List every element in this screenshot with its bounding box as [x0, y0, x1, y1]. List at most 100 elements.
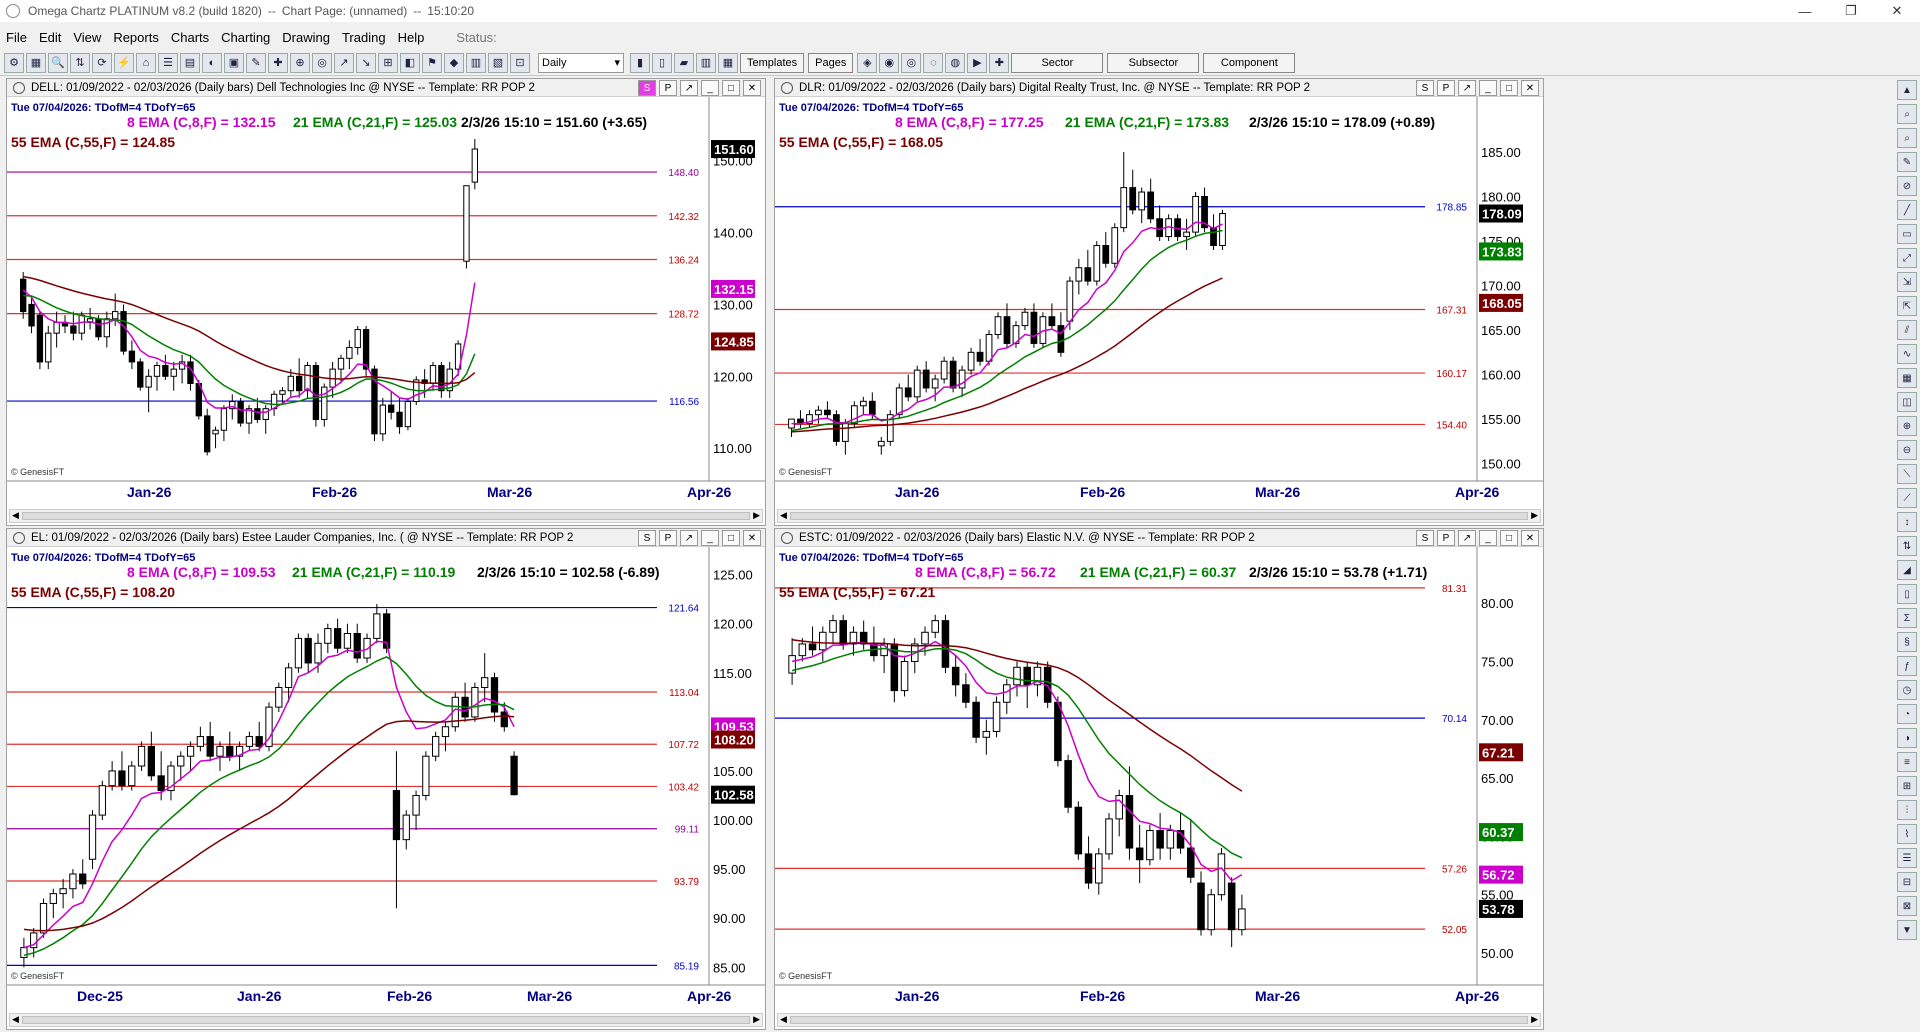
scroll-right-arrow[interactable]: ▶	[1531, 510, 1538, 521]
candle[interactable]	[808, 626, 817, 656]
candle[interactable]	[270, 390, 278, 416]
candle[interactable]	[204, 408, 211, 456]
candle[interactable]	[36, 311, 44, 370]
minimize-chart-button[interactable]: _	[1479, 530, 1497, 546]
menu-view[interactable]: View	[73, 30, 101, 45]
toolbar-tool-icon[interactable]: ⚡	[114, 52, 134, 73]
horizontal-scrollbar[interactable]: ◀ ▶	[777, 509, 1541, 523]
candle[interactable]	[788, 418, 795, 437]
menu-drawing[interactable]: Drawing	[282, 30, 330, 45]
candle[interactable]	[972, 696, 980, 744]
candle[interactable]	[128, 761, 136, 791]
candle[interactable]	[982, 719, 991, 755]
candle[interactable]	[79, 859, 87, 889]
menu-trading[interactable]: Trading	[342, 30, 386, 45]
candle[interactable]	[379, 397, 386, 442]
toolbar-tool-icon[interactable]: ⚑	[422, 52, 442, 73]
toolbar-tool-icon[interactable]: ✎	[246, 52, 266, 73]
drawing-tool-icon[interactable]: ƒ	[1897, 656, 1917, 676]
candle[interactable]	[86, 307, 94, 330]
candle[interactable]	[145, 369, 152, 413]
drawing-tool-icon[interactable]: ⇲	[1897, 272, 1917, 292]
drawing-tool-icon[interactable]: ◔	[1897, 704, 1917, 724]
candle[interactable]	[1156, 813, 1164, 860]
scroll-thumb[interactable]	[22, 512, 750, 520]
candle[interactable]	[992, 696, 1001, 738]
price-chart[interactable]: 178.85167.31160.17154.40185.00180.00175.…	[775, 97, 1543, 505]
candle[interactable]	[262, 405, 269, 434]
candle[interactable]	[383, 608, 391, 654]
candle[interactable]	[404, 397, 412, 431]
menu-help[interactable]: Help	[398, 30, 425, 45]
sound-button[interactable]: S	[638, 530, 656, 546]
candle[interactable]	[20, 937, 28, 968]
candle[interactable]	[353, 623, 361, 663]
candle[interactable]	[819, 626, 827, 662]
popout-button[interactable]: ↗	[680, 80, 698, 96]
candle[interactable]	[1033, 661, 1042, 697]
candle[interactable]	[797, 410, 804, 429]
drawing-tool-icon[interactable]: ⟋	[1897, 488, 1917, 508]
candle[interactable]	[422, 751, 430, 801]
toolbar-tool-icon[interactable]: ◉	[879, 52, 900, 73]
drawing-tool-icon[interactable]: Σ	[1897, 608, 1917, 628]
candle[interactable]	[967, 347, 975, 375]
scroll-right-arrow[interactable]: ▶	[753, 510, 760, 521]
drawing-tool-icon[interactable]: ⊟	[1897, 872, 1917, 892]
scroll-left-arrow[interactable]: ◀	[780, 1014, 787, 1025]
candle[interactable]	[45, 325, 52, 370]
toolbar-tool-icon[interactable]: ▣	[224, 52, 244, 73]
toolbar-tool-icon[interactable]: ✚	[268, 52, 288, 73]
drawing-tool-icon[interactable]: ⫶	[1897, 800, 1917, 820]
candle[interactable]	[186, 741, 195, 771]
toolbar-tool-icon[interactable]: ▰	[674, 52, 694, 73]
candle[interactable]	[321, 383, 328, 427]
toolbar-tool-icon[interactable]: ◎	[312, 52, 332, 73]
drawing-tool-icon[interactable]: ╱	[1897, 200, 1917, 220]
candle[interactable]	[490, 672, 499, 722]
toolbar-tool-icon[interactable]: ◈	[857, 52, 878, 73]
close-chart-button[interactable]: ✕	[743, 80, 761, 96]
candle[interactable]	[296, 358, 303, 398]
toolbar-tool-icon[interactable]: ↗	[334, 52, 354, 73]
candle[interactable]	[392, 751, 401, 909]
drawing-tool-icon[interactable]: ✎	[1897, 152, 1917, 172]
candle[interactable]	[849, 626, 858, 656]
candle[interactable]	[98, 780, 106, 821]
candle[interactable]	[886, 410, 894, 446]
toolbar-tool-icon[interactable]: ⊞	[378, 52, 398, 73]
toolbar-button-pages[interactable]: Pages	[808, 52, 854, 73]
candle[interactable]	[1147, 178, 1155, 224]
candle[interactable]	[1074, 801, 1083, 860]
candle[interactable]	[1197, 871, 1205, 936]
drawing-tool-icon[interactable]: ▯	[1897, 584, 1917, 604]
drawing-tool-icon[interactable]: ⇅	[1897, 536, 1917, 556]
candle[interactable]	[900, 655, 909, 697]
popout-button[interactable]: ↗	[1458, 80, 1476, 96]
candle[interactable]	[471, 138, 478, 190]
candle[interactable]	[994, 312, 1002, 339]
toolbar-tool-icon[interactable]: ◌	[923, 52, 944, 73]
candle[interactable]	[976, 338, 984, 366]
candle[interactable]	[1075, 258, 1083, 295]
candle[interactable]	[904, 374, 912, 402]
candle[interactable]	[441, 721, 450, 752]
candle[interactable]	[294, 633, 303, 673]
drawing-tool-icon[interactable]: ↕	[1897, 512, 1917, 532]
candle[interactable]	[396, 397, 403, 434]
print-button[interactable]: P	[1437, 530, 1455, 546]
candle[interactable]	[931, 614, 939, 639]
candle[interactable]	[1064, 754, 1072, 814]
scroll-right-arrow[interactable]: ▶	[753, 1014, 760, 1025]
drawing-tool-icon[interactable]: ⌕	[1897, 128, 1917, 148]
toolbar-tool-icon[interactable]: ▶	[967, 52, 988, 73]
chart-panel-dell[interactable]: DELL: 01/09/2022 - 02/03/2026 (Daily bar…	[6, 78, 766, 526]
menu-charts[interactable]: Charts	[171, 30, 209, 45]
candle[interactable]	[69, 869, 77, 899]
candle[interactable]	[1084, 836, 1093, 889]
candle[interactable]	[1095, 848, 1103, 895]
scroll-thumb[interactable]	[790, 1016, 1528, 1024]
candle[interactable]	[28, 297, 35, 334]
candle[interactable]	[388, 390, 395, 420]
candle[interactable]	[412, 790, 420, 830]
